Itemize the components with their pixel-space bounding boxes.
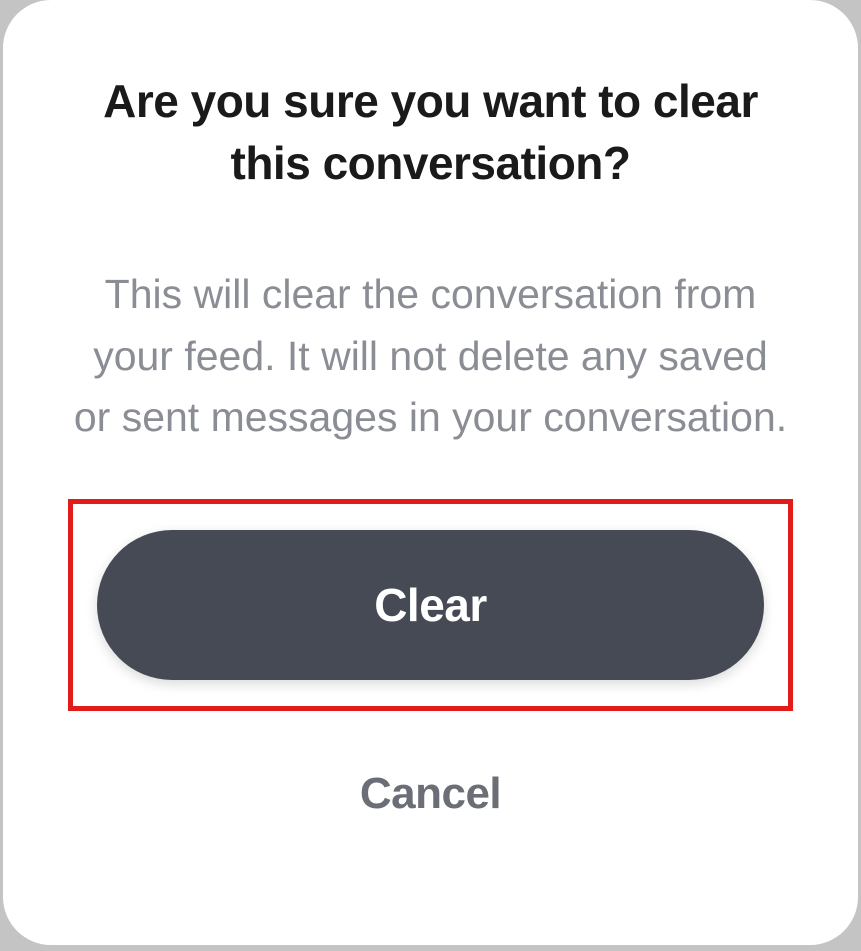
cancel-button[interactable]: Cancel [360, 769, 501, 819]
dialog-title: Are you sure you want to clear this conv… [63, 70, 798, 194]
highlight-annotation: Clear [68, 499, 793, 711]
clear-button[interactable]: Clear [97, 530, 764, 680]
confirmation-dialog: Are you sure you want to clear this conv… [3, 0, 858, 945]
dialog-description: This will clear the conversation from yo… [63, 264, 798, 449]
